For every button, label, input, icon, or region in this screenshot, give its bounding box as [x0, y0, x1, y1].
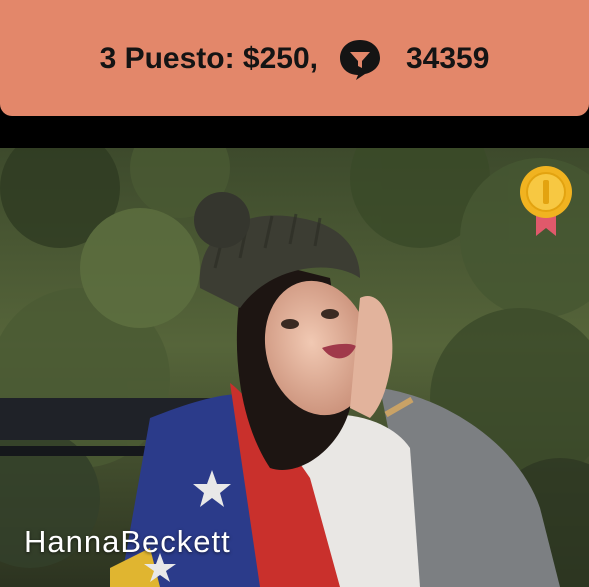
- username-label[interactable]: HannaBeckett: [24, 524, 231, 560]
- rank-prize-text: 3 Puesto: $250,: [99, 42, 318, 75]
- profile-photo[interactable]: [0, 148, 589, 587]
- vote-count: 34359: [406, 42, 490, 75]
- funnel-chat-icon: [338, 37, 382, 81]
- gold-medal-icon: [518, 166, 574, 238]
- ranking-banner: 3 Puesto: $250, 34359: [0, 0, 589, 116]
